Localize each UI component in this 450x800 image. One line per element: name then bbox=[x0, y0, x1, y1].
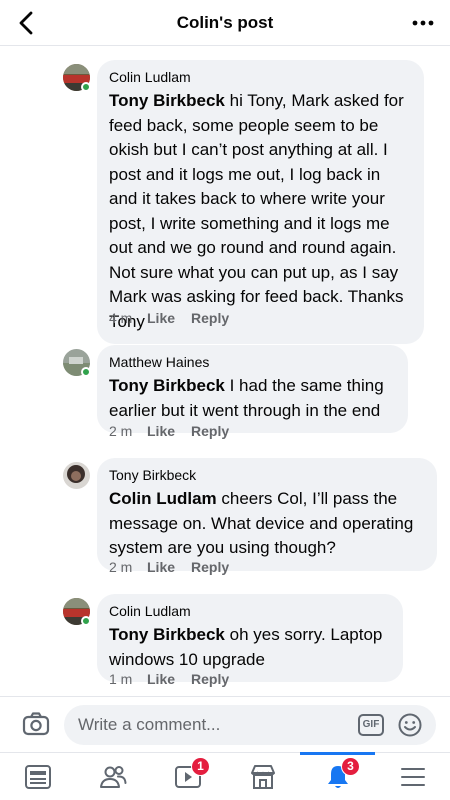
comment-actions: 1 m Like Reply bbox=[109, 671, 229, 687]
comment-composer: GIF bbox=[0, 696, 450, 752]
comment-timestamp: 2 m bbox=[109, 559, 133, 575]
notification-badge: 3 bbox=[341, 757, 360, 776]
tab-marketplace[interactable] bbox=[225, 753, 300, 800]
comment-bubble[interactable]: Matthew Haines Tony Birkbeck I had the s… bbox=[97, 345, 408, 433]
marketplace-icon bbox=[251, 765, 275, 789]
comment-timestamp: 2 m bbox=[109, 423, 133, 439]
comment-timestamp: 4 m bbox=[109, 310, 133, 326]
top-bar: Colin's post bbox=[0, 0, 450, 46]
tab-news-feed[interactable] bbox=[0, 753, 75, 800]
news-feed-icon bbox=[25, 765, 51, 789]
mention-link[interactable]: Tony Birkbeck bbox=[109, 376, 225, 395]
like-button[interactable]: Like bbox=[147, 559, 191, 575]
comment-text: Tony Birkbeck hi Tony, Mark asked for fe… bbox=[109, 89, 412, 334]
comment-bubble[interactable]: Colin Ludlam Tony Birkbeck hi Tony, Mark… bbox=[97, 60, 424, 344]
comment-text: Tony Birkbeck oh yes sorry. Laptop windo… bbox=[109, 623, 391, 672]
avatar-photo-icon bbox=[63, 462, 90, 489]
like-button[interactable]: Like bbox=[147, 423, 191, 439]
comment-body: hi Tony, Mark asked for feed back, some … bbox=[109, 91, 404, 331]
comment-text: Tony Birkbeck I had the same thing earli… bbox=[109, 374, 396, 423]
friends-icon bbox=[100, 766, 127, 788]
tab-menu[interactable] bbox=[375, 753, 450, 800]
notification-badge: 1 bbox=[191, 757, 210, 776]
bottom-navigation: 1 3 bbox=[0, 752, 450, 800]
comment-text: Colin Ludlam cheers Col, I’ll pass the m… bbox=[109, 487, 425, 561]
comment-actions: 2 m Like Reply bbox=[109, 559, 229, 575]
tab-watch[interactable]: 1 bbox=[150, 753, 225, 800]
reply-button[interactable]: Reply bbox=[191, 423, 229, 439]
like-button[interactable]: Like bbox=[147, 310, 191, 326]
reply-button[interactable]: Reply bbox=[191, 310, 229, 326]
comment-actions: 4 m Like Reply bbox=[109, 310, 229, 326]
comment-actions: 2 m Like Reply bbox=[109, 423, 229, 439]
tab-notifications[interactable]: 3 bbox=[300, 752, 375, 800]
comment-timestamp: 1 m bbox=[109, 671, 133, 687]
reply-button[interactable]: Reply bbox=[191, 671, 229, 687]
mention-link[interactable]: Colin Ludlam bbox=[109, 489, 217, 508]
mention-link[interactable]: Tony Birkbeck bbox=[109, 625, 225, 644]
menu-icon bbox=[401, 768, 425, 786]
comment-author[interactable]: Tony Birkbeck bbox=[109, 466, 425, 484]
camera-icon[interactable] bbox=[22, 711, 50, 737]
more-options-icon[interactable] bbox=[410, 12, 436, 34]
page-title: Colin's post bbox=[176, 13, 274, 32]
online-status-dot bbox=[81, 367, 91, 377]
tab-friends[interactable] bbox=[75, 753, 150, 800]
online-status-dot bbox=[81, 616, 91, 626]
online-status-dot bbox=[81, 82, 91, 92]
emoji-icon[interactable] bbox=[398, 713, 422, 737]
gif-button[interactable]: GIF bbox=[358, 714, 384, 736]
comment-bubble[interactable]: Tony Birkbeck Colin Ludlam cheers Col, I… bbox=[97, 458, 437, 571]
comment-author[interactable]: Colin Ludlam bbox=[109, 602, 391, 620]
comments-list: Colin Ludlam Tony Birkbeck hi Tony, Mark… bbox=[0, 46, 450, 696]
like-button[interactable]: Like bbox=[147, 671, 191, 687]
mention-link[interactable]: Tony Birkbeck bbox=[109, 91, 225, 110]
comment-bubble[interactable]: Colin Ludlam Tony Birkbeck oh yes sorry.… bbox=[97, 594, 403, 682]
comment-author[interactable]: Colin Ludlam bbox=[109, 68, 412, 86]
comment-author[interactable]: Matthew Haines bbox=[109, 353, 396, 371]
avatar[interactable] bbox=[63, 462, 90, 489]
reply-button[interactable]: Reply bbox=[191, 559, 229, 575]
